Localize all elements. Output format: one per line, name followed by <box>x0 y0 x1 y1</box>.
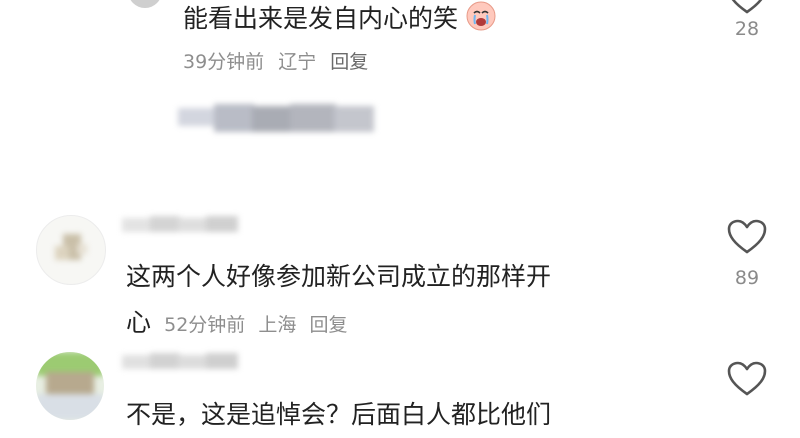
avatar[interactable] <box>36 215 106 285</box>
comment-meta: 39分钟前 辽宁 回复 <box>183 47 368 74</box>
avatar[interactable] <box>128 0 162 8</box>
like-count: 28 <box>734 18 760 40</box>
comment-time: 52分钟前 <box>164 314 246 336</box>
comment-location: 辽宁 <box>278 51 317 73</box>
like-button[interactable] <box>726 0 768 20</box>
reply-button[interactable]: 回复 <box>330 51 368 73</box>
blurred-content <box>178 102 378 134</box>
username-blurred[interactable] <box>122 216 240 234</box>
like-button[interactable] <box>726 360 768 402</box>
heart-icon <box>731 0 763 14</box>
heart-icon <box>727 361 767 396</box>
crying-face-icon <box>466 1 496 42</box>
username-blurred[interactable] <box>122 353 240 371</box>
like-button[interactable] <box>726 218 768 260</box>
avatar[interactable] <box>36 352 104 420</box>
comment-text: 能看出来是发自内心的笑 <box>183 0 496 42</box>
heart-icon <box>727 219 767 254</box>
comment-meta: 心 52分钟前 上海 回复 <box>126 304 348 342</box>
comment-text-line-1: 这两个人好像参加新公司成立的那样开 <box>126 262 552 291</box>
comment-time: 39分钟前 <box>183 51 265 73</box>
comment-location: 上海 <box>258 314 297 336</box>
comment-text-line-2: 心 <box>126 308 152 337</box>
reply-button[interactable]: 回复 <box>310 314 348 336</box>
comment-text: 不是，这是追悼会？后面白人都比他们 <box>126 400 552 429</box>
like-count: 89 <box>734 267 760 289</box>
